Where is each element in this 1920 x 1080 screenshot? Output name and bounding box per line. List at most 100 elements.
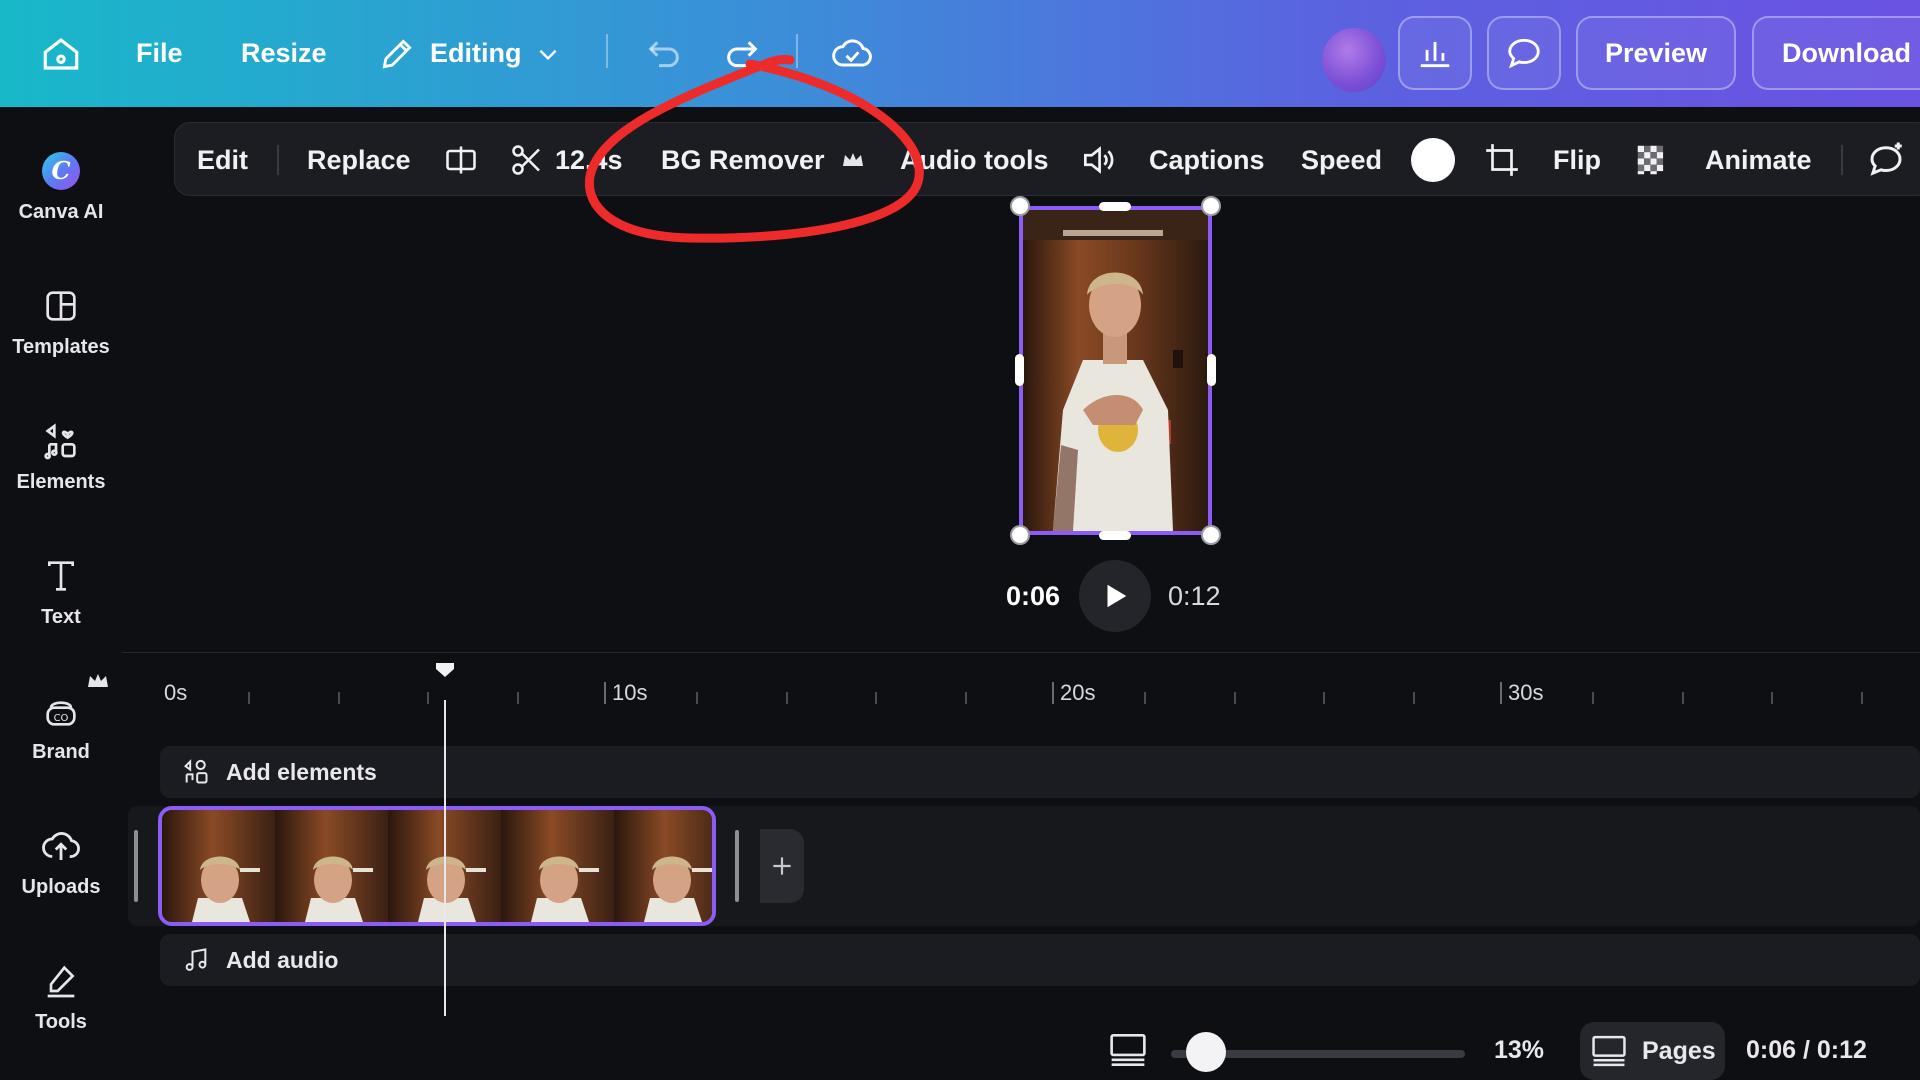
color-swatch xyxy=(1411,138,1455,182)
flip-button[interactable]: Flip xyxy=(1553,123,1601,197)
duration-label: 12.4s xyxy=(555,144,623,175)
save-status-button[interactable] xyxy=(830,0,874,107)
trim-button[interactable]: 12.4s xyxy=(509,123,623,197)
clip-frame-thumbnail xyxy=(501,810,614,922)
pages-label: Pages xyxy=(1642,1036,1716,1065)
ruler-minor-tick xyxy=(1144,692,1146,704)
sidebar-item-canva-ai[interactable]: C Canva AI xyxy=(0,137,122,247)
context-toolbar: Edit Replace 12.4s BG Remover Audio tool… xyxy=(174,122,1920,196)
ruler-minor-tick xyxy=(248,692,250,704)
resize-handle-bottom-left[interactable] xyxy=(1010,525,1030,545)
replace-button[interactable]: Replace xyxy=(307,123,411,197)
speed-button[interactable]: Speed xyxy=(1301,123,1382,197)
bg-remover-button[interactable]: BG Remover xyxy=(661,123,865,197)
video-clip[interactable] xyxy=(158,806,716,926)
resize-handle-top-left[interactable] xyxy=(1010,196,1030,216)
add-elements-track[interactable]: Add elements xyxy=(160,746,1920,798)
pages-button[interactable]: Pages xyxy=(1580,1022,1725,1080)
edit-button[interactable]: Edit xyxy=(197,123,248,197)
redo-icon xyxy=(727,40,758,67)
clip-frames xyxy=(162,810,712,922)
add-elements-label: Add elements xyxy=(226,758,377,785)
crop-button[interactable] xyxy=(1483,123,1521,197)
undo-button[interactable] xyxy=(644,0,684,107)
ruler-label: 0s xyxy=(164,680,188,705)
video-element[interactable] xyxy=(1019,206,1212,535)
avatar[interactable] xyxy=(1322,28,1386,92)
playhead-marker-icon xyxy=(436,663,454,677)
layout-toggle-button[interactable] xyxy=(1108,1020,1148,1080)
sidebar-item-text[interactable]: Text xyxy=(0,542,122,652)
ruler-label: 30s xyxy=(1508,680,1544,705)
volume-button[interactable] xyxy=(1079,123,1117,197)
ruler-minor-tick xyxy=(785,692,788,704)
sidebar-item-label: Elements xyxy=(16,471,106,493)
playhead[interactable] xyxy=(444,700,446,1016)
add-audio-track[interactable]: Add audio xyxy=(160,934,1920,986)
clip-frame-thumbnail xyxy=(162,810,275,922)
resize-handle-top[interactable] xyxy=(1099,202,1131,211)
home-button[interactable] xyxy=(40,0,82,107)
sidebar-item-uploads[interactable]: Uploads xyxy=(0,812,122,922)
transparency-icon xyxy=(1637,145,1664,175)
add-comment-button[interactable] xyxy=(1865,123,1907,197)
audio-tools-button[interactable]: Audio tools xyxy=(900,123,1048,197)
add-clip-button[interactable] xyxy=(760,829,804,903)
sidebar-item-brand[interactable]: CO Brand xyxy=(0,674,122,787)
resize-handle-right[interactable] xyxy=(1207,354,1216,386)
clip-frame-thumbnail xyxy=(275,810,388,922)
pencil-icon xyxy=(382,38,412,68)
transparency-button[interactable] xyxy=(1633,123,1671,197)
sidebar-item-tools[interactable]: Tools xyxy=(0,947,122,1057)
file-menu[interactable]: File xyxy=(136,0,183,107)
current-time: 0:06 xyxy=(1006,580,1061,611)
ruler-minor-tick xyxy=(875,692,878,704)
add-audio-label: Add audio xyxy=(226,946,339,973)
toolbar-divider xyxy=(796,34,798,68)
layout-icon xyxy=(1110,1033,1146,1067)
crown-icon xyxy=(842,153,863,166)
toolbar-divider xyxy=(1841,145,1843,175)
play-icon xyxy=(1107,584,1127,608)
captions-button[interactable]: Captions xyxy=(1149,123,1265,197)
download-button[interactable]: Download xyxy=(1752,16,1920,90)
comment-icon xyxy=(1508,38,1540,69)
ruler-major-tick xyxy=(604,682,606,704)
ruler-label: 20s xyxy=(1060,680,1096,705)
ruler-minor-tick xyxy=(1771,692,1774,704)
templates-icon xyxy=(39,284,83,328)
insights-button[interactable] xyxy=(1398,16,1472,90)
resize-menu[interactable]: Resize xyxy=(241,0,327,107)
brand-icon: CO xyxy=(39,689,83,733)
ruler-minor-tick xyxy=(696,692,698,704)
elements-icon xyxy=(183,759,208,784)
resize-handle-bottom[interactable] xyxy=(1099,531,1131,540)
preview-button[interactable]: Preview xyxy=(1576,16,1736,90)
clip-trim-handle-left[interactable] xyxy=(134,830,138,902)
resize-handle-left[interactable] xyxy=(1015,354,1024,386)
redo-button[interactable] xyxy=(722,0,762,107)
comments-button[interactable] xyxy=(1487,16,1561,90)
clip-trim-handle-right[interactable] xyxy=(735,830,739,902)
text-icon xyxy=(39,554,83,598)
total-time: 0:12 xyxy=(1168,580,1221,611)
zoom-level: 13% xyxy=(1494,1035,1545,1064)
sidebar-item-elements[interactable]: Elements xyxy=(0,407,122,517)
sidebar-item-label: Tools xyxy=(35,1011,87,1033)
resize-handle-bottom-right[interactable] xyxy=(1201,525,1221,545)
svg-text:C: C xyxy=(51,156,70,185)
cloud-check-icon xyxy=(832,38,872,66)
play-button[interactable] xyxy=(1079,560,1151,632)
zoom-slider-knob[interactable] xyxy=(1186,1032,1226,1072)
animate-button[interactable]: Animate xyxy=(1705,123,1812,197)
resize-handle-top-right[interactable] xyxy=(1201,196,1221,216)
sidebar-item-templates[interactable]: Templates xyxy=(0,272,122,382)
video-thumbnail xyxy=(1023,210,1208,531)
split-button[interactable] xyxy=(443,123,479,197)
tools-icon xyxy=(39,959,83,1003)
editing-mode-dropdown[interactable]: Editing xyxy=(378,0,561,107)
ruler-minor-tick xyxy=(1592,692,1594,704)
color-button[interactable] xyxy=(1411,123,1455,197)
time-readout: 0:06 / 0:12 xyxy=(1746,1035,1867,1064)
canva-ai-icon: C xyxy=(39,149,83,193)
